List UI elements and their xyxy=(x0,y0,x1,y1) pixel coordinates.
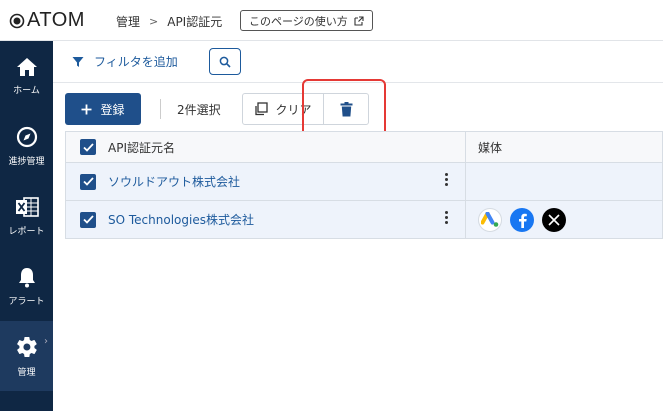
auth-source-link[interactable]: SO Technologies株式会社 xyxy=(108,211,254,228)
howto-label: このページの使い方 xyxy=(249,14,348,28)
search-button[interactable] xyxy=(209,48,241,75)
sidebar-item-admin[interactable]: › 管理 xyxy=(0,321,53,391)
sidebar-item-label: レポート xyxy=(8,226,45,237)
register-button[interactable]: 登録 xyxy=(65,93,141,125)
table-row[interactable]: ソウルドアウト株式会社 xyxy=(65,163,663,201)
cell-name: SO Technologies株式会社 xyxy=(66,201,466,238)
cell-name: ソウルドアウト株式会社 xyxy=(66,163,466,200)
bell-icon xyxy=(18,267,35,287)
sidebar-item-label: ホーム xyxy=(13,85,40,96)
column-header-media: 媒体 xyxy=(478,140,503,155)
header-cell-name: API認証元名 xyxy=(66,132,466,162)
external-link-icon xyxy=(354,15,364,26)
check-icon xyxy=(82,215,94,224)
x-icon xyxy=(542,207,566,232)
row-checkbox[interactable] xyxy=(80,211,96,228)
cell-media xyxy=(466,163,662,200)
copy-icon xyxy=(255,102,269,116)
row-checkbox[interactable] xyxy=(80,173,96,190)
sidebar-item-progress[interactable]: 進捗管理 xyxy=(0,111,53,181)
filter-bar: フィルタを追加 xyxy=(53,41,663,83)
register-label: 登録 xyxy=(100,102,125,117)
plus-icon xyxy=(81,104,92,114)
highlight-box xyxy=(302,79,386,138)
column-header-name: API認証元名 xyxy=(108,140,175,155)
atom-logo[interactable]: ATOM xyxy=(9,9,85,32)
sidebar-item-report[interactable]: レポート xyxy=(0,181,53,251)
selected-count: 2件選択 xyxy=(177,103,221,117)
breadcrumb-root[interactable]: 管理 xyxy=(116,13,140,30)
auth-source-link[interactable]: ソウルドアウト株式会社 xyxy=(108,173,240,190)
chevron-right-icon: › xyxy=(44,336,48,347)
header-cell-media: 媒体 xyxy=(466,132,662,162)
home-icon xyxy=(16,57,37,76)
sidebar-item-alert[interactable]: アラート xyxy=(0,251,53,321)
chevron-right-icon: > xyxy=(149,15,159,28)
add-filter-label: フィルタを追加 xyxy=(94,55,178,69)
filter-icon xyxy=(72,56,84,67)
compass-icon xyxy=(16,126,37,147)
howto-button[interactable]: このページの使い方 xyxy=(240,10,373,31)
search-icon xyxy=(219,56,231,68)
more-menu-icon[interactable] xyxy=(445,173,449,186)
main-content: フィルタを追加 登録 2件選択 クリア API認証元名 媒体 ソウルドアウト株式… xyxy=(53,41,663,411)
toolbar-divider xyxy=(160,99,161,119)
sidebar-item-label: アラート xyxy=(8,296,45,307)
gear-icon xyxy=(16,336,37,357)
sidebar-item-home[interactable]: ホーム xyxy=(0,41,53,111)
table-row[interactable]: SO Technologies株式会社 xyxy=(65,201,663,239)
breadcrumb-current: API認証元 xyxy=(167,15,223,29)
breadcrumb: 管理 > API認証元 xyxy=(116,13,222,30)
logo-text: ATOM xyxy=(27,9,85,31)
add-filter-button[interactable]: フィルタを追加 xyxy=(72,53,178,70)
cell-media xyxy=(466,201,662,238)
top-bar: ATOM 管理 > API認証元 このページの使い方 xyxy=(0,0,663,41)
check-icon xyxy=(82,177,94,186)
sidebar-item-label: 管理 xyxy=(17,367,36,378)
facebook-icon xyxy=(510,207,534,232)
check-icon xyxy=(82,142,94,152)
more-menu-icon[interactable] xyxy=(445,211,449,224)
select-all-checkbox[interactable] xyxy=(80,139,96,155)
sidebar: ホーム 進捗管理 レポート アラート › 管理 xyxy=(0,41,53,411)
sidebar-item-label: 進捗管理 xyxy=(8,156,45,167)
logo-mark-icon xyxy=(9,13,25,28)
google-ads-icon xyxy=(478,207,502,232)
table-header: API認証元名 媒体 xyxy=(65,131,663,163)
excel-icon xyxy=(15,196,39,217)
